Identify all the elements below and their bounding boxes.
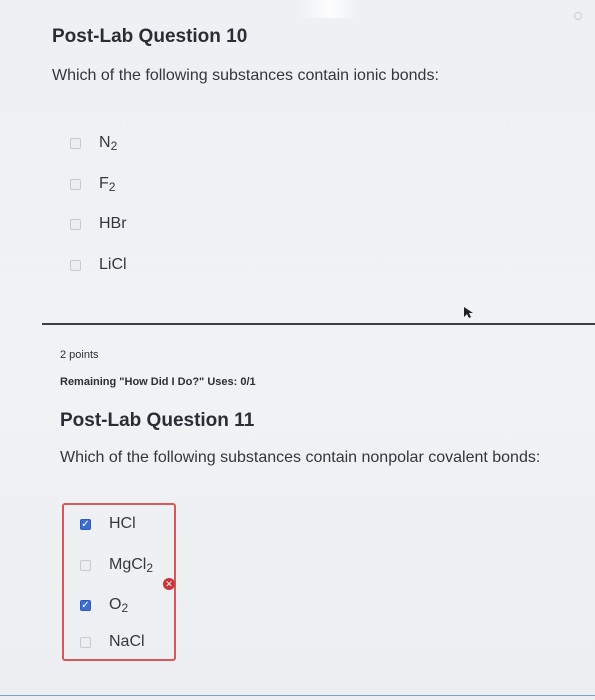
remaining-uses: Remaining "How Did I Do?" Uses: 0/1 — [60, 376, 256, 388]
mouse-pointer-icon — [464, 307, 473, 318]
q10-question: Which of the following substances contai… — [52, 67, 439, 84]
screen-glare — [300, 0, 360, 18]
q10-checkbox-1[interactable] — [70, 179, 81, 190]
q11-checkbox-0[interactable]: ✓ — [80, 519, 91, 530]
q11-checkbox-1[interactable] — [80, 560, 91, 571]
q10-option-0[interactable]: N2 — [70, 134, 117, 153]
q10-checkbox-0[interactable] — [70, 138, 81, 149]
q10-option-2[interactable]: HBr — [70, 215, 127, 234]
q11-question: Which of the following substances contai… — [60, 449, 541, 466]
bottom-divider — [0, 695, 595, 696]
q11-option-2[interactable]: ✓ O2 — [80, 596, 128, 615]
section-divider — [42, 323, 595, 325]
q10-option-1[interactable]: F2 — [70, 175, 115, 194]
q10-option-label: LiCl — [99, 256, 127, 273]
q11-option-label: HCl — [109, 515, 136, 532]
q10-checkbox-2[interactable] — [70, 219, 81, 230]
corner-mark — [574, 12, 582, 20]
q10-option-label: HBr — [99, 215, 127, 232]
q10-option-label: N2 — [99, 134, 118, 153]
q11-option-label: NaCl — [109, 633, 145, 650]
points-label: 2 points — [60, 349, 99, 361]
q11-checkbox-3[interactable] — [80, 637, 91, 648]
q11-title: Post-Lab Question 11 — [60, 410, 255, 431]
x-circle-icon: ✕ — [163, 578, 175, 590]
q10-option-label: F2 — [99, 175, 116, 194]
q10-checkbox-3[interactable] — [70, 260, 81, 271]
q10-option-3[interactable]: LiCl — [70, 256, 127, 275]
q11-option-label: O2 — [109, 596, 129, 615]
q11-checkbox-2[interactable]: ✓ — [80, 600, 91, 611]
q11-option-label: MgCl2 — [109, 556, 154, 575]
q10-title: Post-Lab Question 10 — [52, 26, 248, 47]
q11-option-0[interactable]: ✓ HCl — [80, 515, 136, 534]
q11-option-3[interactable]: NaCl — [80, 633, 145, 652]
q11-option-1[interactable]: MgCl2 — [80, 556, 153, 575]
